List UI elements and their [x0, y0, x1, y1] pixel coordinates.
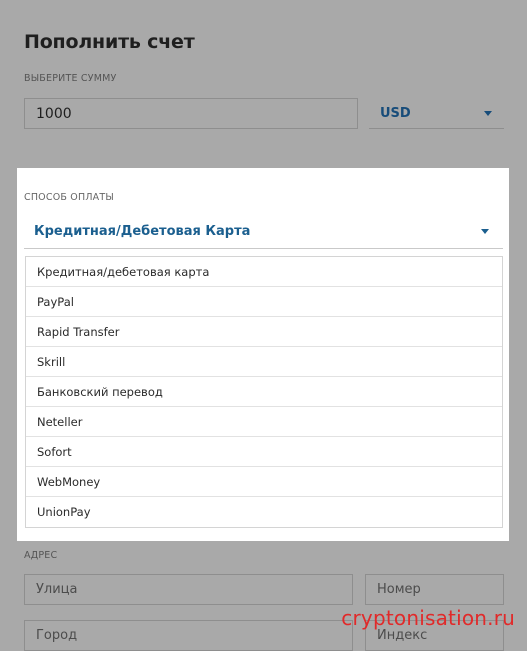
option-rapid-transfer[interactable]: Rapid Transfer: [26, 317, 502, 347]
option-card[interactable]: Кредитная/дебетовая карта: [26, 257, 502, 287]
option-unionpay[interactable]: UnionPay: [26, 497, 502, 527]
option-neteller[interactable]: Neteller: [26, 407, 502, 437]
watermark: cryptonisation.ru: [341, 606, 515, 630]
chevron-down-icon: [484, 110, 492, 116]
address-label: АДРЕС: [24, 550, 58, 561]
payment-method-select[interactable]: Кредитная/Дебетовая Карта: [24, 215, 503, 249]
currency-select[interactable]: USD: [369, 98, 504, 129]
page-title: Пополнить счет: [24, 31, 195, 53]
option-bank-transfer[interactable]: Банковский перевод: [26, 377, 502, 407]
city-input[interactable]: [24, 620, 353, 651]
amount-label: ВЫБЕРИТЕ СУММУ: [24, 73, 117, 84]
option-paypal[interactable]: PayPal: [26, 287, 502, 317]
chevron-down-icon: [481, 229, 489, 234]
option-skrill[interactable]: Skrill: [26, 347, 502, 377]
payment-method-label: СПОСОБ ОПЛАТЫ: [24, 192, 114, 203]
payment-method-options: Кредитная/дебетовая карта PayPal Rapid T…: [25, 256, 503, 528]
option-sofort[interactable]: Sofort: [26, 437, 502, 467]
currency-value: USD: [380, 105, 411, 121]
option-webmoney[interactable]: WebMoney: [26, 467, 502, 497]
house-number-input[interactable]: [365, 574, 504, 605]
street-input[interactable]: [24, 574, 353, 605]
amount-input[interactable]: [24, 98, 358, 129]
payment-method-value: Кредитная/Дебетовая Карта: [34, 224, 251, 239]
payment-method-panel: СПОСОБ ОПЛАТЫ Кредитная/Дебетовая Карта …: [17, 168, 509, 541]
